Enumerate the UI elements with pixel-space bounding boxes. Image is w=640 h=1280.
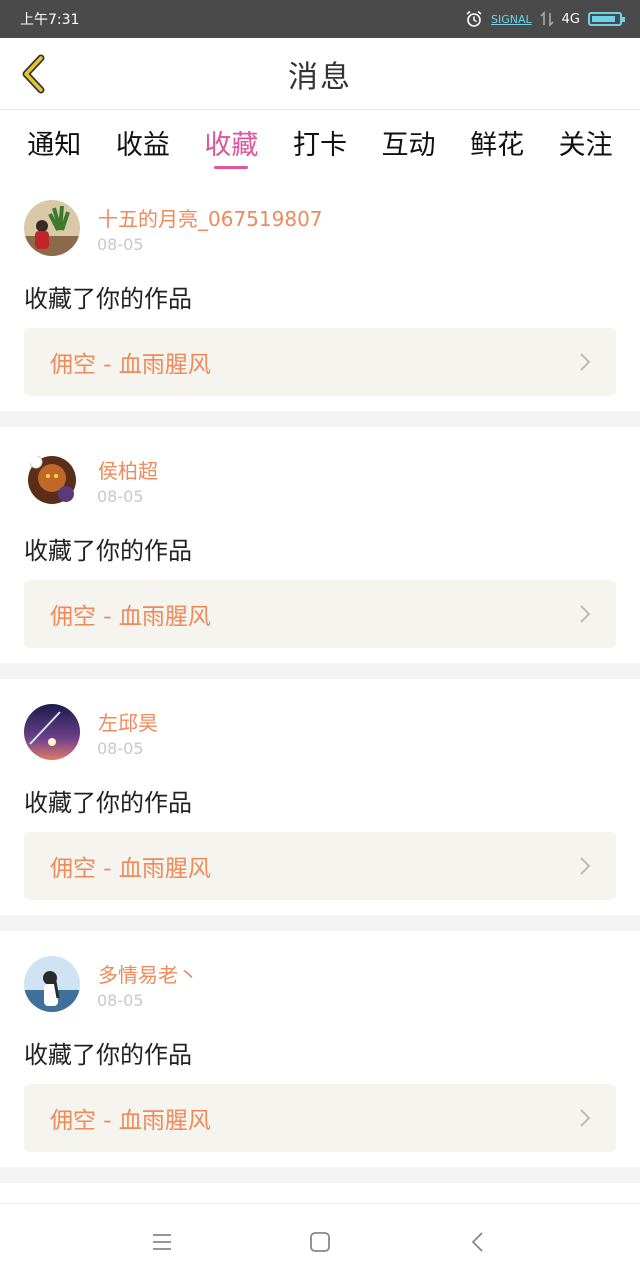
tab-flowers[interactable]: 鲜花 xyxy=(470,111,524,173)
divider xyxy=(0,663,640,679)
work-link[interactable]: 佣空 - 血雨腥风 xyxy=(24,328,616,396)
work-link[interactable]: 佣空 - 血雨腥风 xyxy=(24,580,616,648)
user-name[interactable]: 多情易老丶 xyxy=(98,959,198,988)
tab-checkin[interactable]: 打卡 xyxy=(293,111,347,173)
work-link[interactable]: 佣空 - 血雨腥风 xyxy=(24,832,616,900)
message-item: 侯柏超 08-05 收藏了你的作品 佣空 - 血雨腥风 xyxy=(0,427,640,663)
avatar[interactable] xyxy=(24,956,80,1012)
message-item: 十五的月亮_067519807 08-05 收藏了你的作品 佣空 - 血雨腥风 xyxy=(0,175,640,411)
back-button[interactable] xyxy=(14,54,54,94)
system-back-button[interactable] xyxy=(453,1217,503,1267)
divider xyxy=(0,411,640,427)
action-text: 收藏了你的作品 xyxy=(24,1041,192,1069)
signal-label: SIGNAL xyxy=(491,12,532,26)
user-name[interactable]: 十五的月亮_067519807 xyxy=(98,203,323,232)
user-name[interactable]: 左邱昊 xyxy=(98,707,158,736)
action-text: 收藏了你的作品 xyxy=(24,285,192,313)
avatar[interactable] xyxy=(24,200,80,256)
tab-interactions[interactable]: 互动 xyxy=(382,111,436,173)
message-list: 十五的月亮_067519807 08-05 收藏了你的作品 佣空 - 血雨腥风 … xyxy=(0,175,640,1183)
tab-bar: 通知 收益 收藏 打卡 互动 鲜花 关注 xyxy=(0,111,640,173)
avatar[interactable] xyxy=(24,452,80,508)
message-date: 08-05 xyxy=(97,739,144,758)
avatar[interactable] xyxy=(24,704,80,760)
chevron-right-icon xyxy=(580,605,591,623)
data-transfer-icon xyxy=(540,11,554,27)
divider xyxy=(0,915,640,931)
message-item: 左邱昊 08-05 收藏了你的作品 佣空 - 血雨腥风 xyxy=(0,679,640,915)
status-bar: 上午7:31 SIGNAL 4G xyxy=(0,0,640,38)
home-button[interactable] xyxy=(295,1217,345,1267)
back-chevron-icon xyxy=(471,1232,483,1252)
status-time: 上午7:31 xyxy=(20,12,80,28)
message-item: 多情易老丶 08-05 收藏了你的作品 佣空 - 血雨腥风 xyxy=(0,931,640,1167)
chevron-right-icon xyxy=(580,1109,591,1127)
work-title: 佣空 - 血雨腥风 xyxy=(50,1108,211,1134)
tab-follows[interactable]: 关注 xyxy=(559,111,613,173)
work-link[interactable]: 佣空 - 血雨腥风 xyxy=(24,1084,616,1152)
alarm-icon xyxy=(466,10,482,27)
battery-fill xyxy=(592,16,615,22)
chevron-right-icon xyxy=(580,857,591,875)
battery-icon xyxy=(588,12,625,26)
user-name[interactable]: 侯柏超 xyxy=(98,455,158,484)
action-text: 收藏了你的作品 xyxy=(24,789,192,817)
message-date: 08-05 xyxy=(97,235,144,254)
tab-earnings[interactable]: 收益 xyxy=(116,111,170,173)
message-date: 08-05 xyxy=(97,991,144,1010)
network-type: 4G xyxy=(561,11,580,27)
page-title: 消息 xyxy=(288,59,352,95)
menu-icon xyxy=(153,1234,171,1250)
message-date: 08-05 xyxy=(97,487,144,506)
tab-notifications[interactable]: 通知 xyxy=(27,111,81,173)
status-icons: SIGNAL 4G xyxy=(465,10,625,28)
work-title: 佣空 - 血雨腥风 xyxy=(50,604,211,630)
chevron-right-icon xyxy=(580,353,591,371)
tab-favorites[interactable]: 收藏 xyxy=(204,111,258,173)
work-title: 佣空 - 血雨腥风 xyxy=(50,352,211,378)
back-arrow-icon xyxy=(22,54,45,94)
home-square-icon xyxy=(310,1232,330,1252)
system-nav-bar xyxy=(0,1203,640,1280)
divider xyxy=(0,1167,640,1183)
header: 消息 xyxy=(0,38,640,110)
action-text: 收藏了你的作品 xyxy=(24,537,192,565)
work-title: 佣空 - 血雨腥风 xyxy=(50,856,211,882)
menu-button[interactable] xyxy=(137,1217,187,1267)
